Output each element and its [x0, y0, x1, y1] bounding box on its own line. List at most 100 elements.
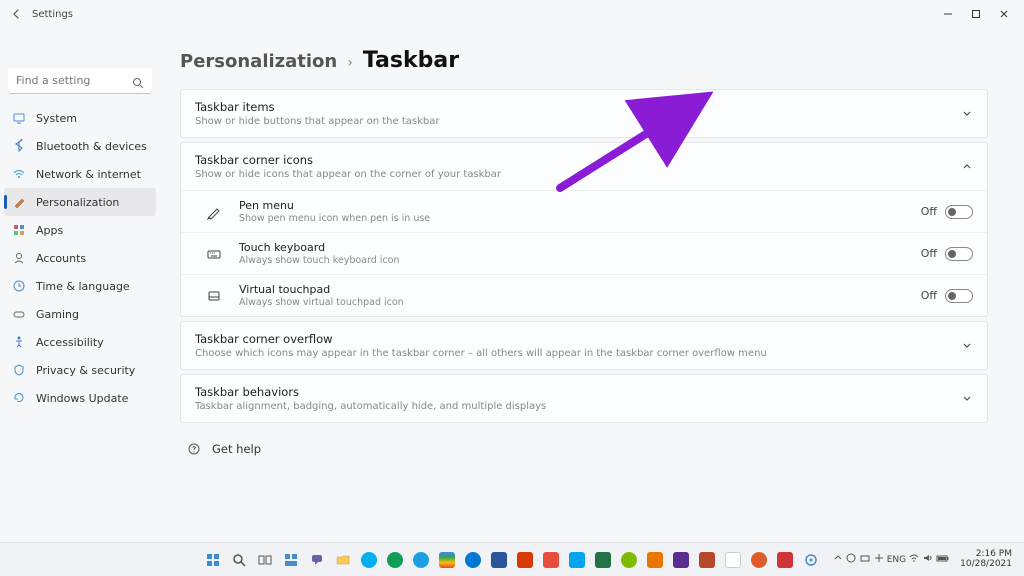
help-icon [186, 441, 202, 457]
app-icon[interactable] [669, 548, 693, 572]
row-title: Touch keyboard [239, 241, 909, 254]
maximize-button[interactable] [962, 3, 990, 25]
toggle-state-label: Off [921, 289, 937, 302]
app-icon[interactable] [643, 548, 667, 572]
sidebar-item-label: Windows Update [36, 392, 128, 405]
chevron-down-icon [961, 336, 973, 355]
get-help-label: Get help [212, 442, 261, 456]
chat-icon[interactable] [305, 548, 329, 572]
shield-icon [12, 363, 26, 377]
toggle-state-label: Off [921, 247, 937, 260]
app-icon[interactable] [695, 548, 719, 572]
titlebar: Settings [0, 0, 1024, 28]
app-icon[interactable] [539, 548, 563, 572]
app-icon[interactable] [461, 548, 485, 572]
touch-keyboard-toggle[interactable] [945, 247, 973, 261]
section-title: Taskbar behaviors [195, 385, 951, 399]
tray-battery-icon[interactable] [936, 552, 950, 567]
breadcrumb: Personalization › Taskbar [180, 48, 988, 73]
search-input[interactable] [8, 68, 152, 94]
sidebar-item-gaming[interactable]: Gaming [4, 300, 156, 328]
windows-taskbar: ENG 2:16 PM 10/28/2021 [0, 542, 1024, 576]
tray-icon[interactable] [845, 552, 857, 567]
app-icon[interactable] [435, 548, 459, 572]
section-subtitle: Choose which icons may appear in the tas… [195, 348, 951, 359]
sidebar-item-update[interactable]: Windows Update [4, 384, 156, 412]
language-indicator[interactable]: ENG [887, 555, 906, 565]
tray-chevron-icon[interactable] [833, 553, 843, 566]
start-button[interactable] [201, 548, 225, 572]
widgets-icon[interactable] [279, 548, 303, 572]
minimize-button[interactable] [934, 3, 962, 25]
section-taskbar-corner-icons: Taskbar corner icons Show or hide icons … [180, 142, 988, 317]
gaming-icon [12, 307, 26, 321]
sidebar-item-personalization[interactable]: Personalization [4, 188, 156, 216]
app-icon[interactable] [721, 548, 745, 572]
apps-icon [12, 223, 26, 237]
pen-icon [205, 203, 223, 221]
search-box[interactable] [8, 68, 152, 94]
sidebar-item-accessibility[interactable]: Accessibility [4, 328, 156, 356]
app-icon[interactable] [747, 548, 771, 572]
sidebar-item-time[interactable]: Time & language [4, 272, 156, 300]
chevron-up-icon [961, 157, 973, 176]
personalization-icon [12, 195, 26, 209]
app-icon[interactable] [565, 548, 589, 572]
app-icon[interactable] [513, 548, 537, 572]
taskbar-clock[interactable]: 2:16 PM 10/28/2021 [960, 550, 1012, 570]
update-icon [12, 391, 26, 405]
pen-menu-toggle[interactable] [945, 205, 973, 219]
tray-volume-icon[interactable] [922, 552, 934, 567]
section-taskbar-behaviors[interactable]: Taskbar behaviors Taskbar alignment, bad… [180, 374, 988, 423]
sidebar-item-label: Personalization [36, 196, 119, 209]
sidebar-item-label: Accessibility [36, 336, 104, 349]
settings-app-icon[interactable] [799, 548, 823, 572]
sidebar-item-network[interactable]: Network & internet [4, 160, 156, 188]
row-subtitle: Show pen menu icon when pen is in use [239, 213, 909, 224]
section-header-corner-icons[interactable]: Taskbar corner icons Show or hide icons … [181, 143, 987, 190]
app-icon[interactable] [409, 548, 433, 572]
sidebar-item-label: Apps [36, 224, 63, 237]
wifi-icon [12, 167, 26, 181]
sidebar-item-privacy[interactable]: Privacy & security [4, 356, 156, 384]
tray-icon[interactable] [873, 552, 885, 567]
sidebar-item-accounts[interactable]: Accounts [4, 244, 156, 272]
sidebar-item-label: System [36, 112, 77, 125]
sidebar-item-label: Accounts [36, 252, 86, 265]
toggle-state-label: Off [921, 205, 937, 218]
app-icon[interactable] [487, 548, 511, 572]
get-help-link[interactable]: Get help [180, 427, 988, 471]
accessibility-icon [12, 335, 26, 349]
back-button[interactable] [6, 3, 28, 25]
tray-wifi-icon[interactable] [908, 552, 920, 567]
sidebar: System Bluetooth & devices Network & int… [0, 28, 160, 542]
touchpad-icon [205, 287, 223, 305]
sidebar-item-bluetooth[interactable]: Bluetooth & devices [4, 132, 156, 160]
taskbar-search-icon[interactable] [227, 548, 251, 572]
section-subtitle: Show or hide icons that appear on the co… [195, 169, 951, 180]
taskview-icon[interactable] [253, 548, 277, 572]
row-subtitle: Always show virtual touchpad icon [239, 297, 909, 308]
explorer-icon[interactable] [331, 548, 355, 572]
section-taskbar-items[interactable]: Taskbar items Show or hide buttons that … [180, 89, 988, 138]
app-icon[interactable] [773, 548, 797, 572]
app-icon[interactable] [383, 548, 407, 572]
row-virtual-touchpad: Virtual touchpad Always show virtual tou… [181, 274, 987, 316]
window-title: Settings [32, 9, 73, 20]
close-button[interactable] [990, 3, 1018, 25]
chevron-down-icon [961, 104, 973, 123]
row-subtitle: Always show touch keyboard icon [239, 255, 909, 266]
system-tray[interactable]: ENG [833, 552, 950, 567]
breadcrumb-parent[interactable]: Personalization [180, 51, 337, 72]
section-taskbar-corner-overflow[interactable]: Taskbar corner overflow Choose which ico… [180, 321, 988, 370]
sidebar-item-label: Privacy & security [36, 364, 135, 377]
app-icon[interactable] [357, 548, 381, 572]
app-icon[interactable] [617, 548, 641, 572]
sidebar-item-system[interactable]: System [4, 104, 156, 132]
sidebar-item-apps[interactable]: Apps [4, 216, 156, 244]
tray-icon[interactable] [859, 552, 871, 567]
app-icon[interactable] [591, 548, 615, 572]
chevron-right-icon: › [347, 55, 353, 71]
section-title: Taskbar corner icons [195, 153, 951, 167]
virtual-touchpad-toggle[interactable] [945, 289, 973, 303]
